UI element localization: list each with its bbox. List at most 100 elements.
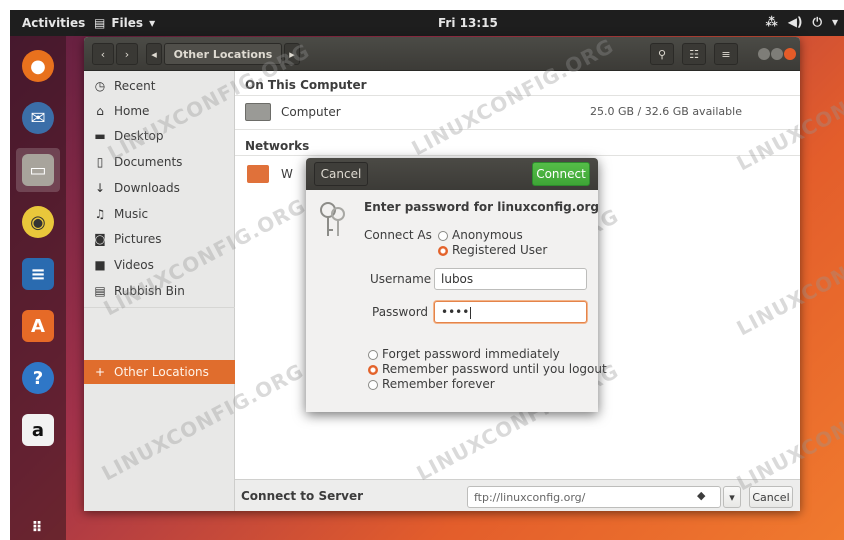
show-apps-button[interactable]: ⠿ bbox=[16, 506, 60, 540]
sidebar-item-label: Documents bbox=[114, 155, 183, 169]
search-button[interactable]: ⚲ bbox=[650, 43, 674, 65]
chevron-left-icon: ‹ bbox=[100, 47, 106, 61]
help-icon: ? bbox=[22, 362, 54, 394]
dock-software[interactable]: A bbox=[16, 304, 60, 348]
writer-icon: ≡ bbox=[22, 258, 54, 290]
path-right-button[interactable]: ▸ bbox=[284, 43, 300, 65]
dock-help[interactable]: ? bbox=[16, 356, 60, 400]
username-field[interactable]: lubos bbox=[434, 268, 587, 290]
password-dialog: Cancel Connect Enter password for linuxc… bbox=[306, 158, 607, 412]
dock-rhythmbox[interactable]: ◉ bbox=[16, 200, 60, 244]
software-center-icon: A bbox=[22, 310, 54, 342]
back-button[interactable]: ‹ bbox=[92, 43, 114, 65]
registered-user-radio[interactable] bbox=[438, 246, 448, 256]
sidebar-item-label: Videos bbox=[114, 258, 154, 272]
dialog-cancel-button[interactable]: Cancel bbox=[314, 162, 368, 186]
menu-button[interactable]: ≡ bbox=[714, 43, 738, 65]
server-address-input[interactable] bbox=[467, 486, 721, 508]
connect-bar: Connect to Server ◆ ▾ Cancel bbox=[235, 479, 800, 511]
system-tray[interactable]: ⁂ ◀) ⏻ ▾ bbox=[765, 15, 838, 30]
clock[interactable]: Fri 13:15 bbox=[438, 16, 498, 30]
power-icon[interactable]: ⏻ bbox=[812, 15, 822, 30]
app-menu-label: Files bbox=[111, 16, 144, 30]
sidebar-item-label: Downloads bbox=[114, 181, 180, 195]
remember-forever-radio[interactable] bbox=[368, 380, 378, 390]
drive-icon bbox=[245, 103, 271, 121]
network-folder-icon bbox=[247, 165, 269, 183]
list-view-icon: ☷ bbox=[689, 47, 699, 61]
plus-icon: + bbox=[94, 365, 106, 379]
volume-icon[interactable]: ◀) bbox=[788, 15, 803, 30]
trash-icon: ▤ bbox=[94, 284, 106, 298]
password-field[interactable]: •••• bbox=[434, 301, 587, 323]
section-on-this-computer: On This Computer bbox=[245, 78, 367, 92]
dock-files[interactable]: ▭ bbox=[16, 148, 60, 192]
connect-to-server-label: Connect to Server bbox=[241, 489, 364, 503]
anonymous-label: Anonymous bbox=[452, 228, 523, 242]
rhythmbox-icon: ◉ bbox=[22, 206, 54, 238]
password-value: •••• bbox=[441, 305, 470, 319]
dock-amazon[interactable]: a bbox=[16, 408, 60, 452]
thunderbird-icon: ✉ bbox=[22, 102, 54, 134]
sidebar-item-home[interactable]: ⌂ Home bbox=[84, 99, 235, 123]
clock-icon: ◷ bbox=[94, 79, 106, 93]
sidebar-item-pictures[interactable]: ◙ Pictures bbox=[84, 227, 235, 251]
chevron-down-icon[interactable]: ▾ bbox=[832, 15, 838, 30]
remember-logout-radio[interactable] bbox=[368, 365, 378, 375]
password-label: Password bbox=[372, 305, 429, 319]
registered-user-label: Registered User bbox=[452, 243, 548, 257]
connect-as-label: Connect As bbox=[364, 228, 432, 242]
sidebar-item-label: Pictures bbox=[114, 232, 162, 246]
sidebar-item-desktop[interactable]: ▬ Desktop bbox=[84, 124, 235, 148]
divider bbox=[235, 129, 800, 130]
sidebar-item-label: Other Locations bbox=[114, 365, 209, 379]
server-history-dropdown[interactable]: ▾ bbox=[723, 486, 741, 508]
minimize-button[interactable] bbox=[758, 48, 770, 60]
sidebar-item-videos[interactable]: ■ Videos bbox=[84, 253, 235, 277]
dialog-connect-button[interactable]: Connect bbox=[532, 162, 590, 186]
search-icon: ⚲ bbox=[657, 47, 667, 61]
amazon-icon: a bbox=[22, 414, 54, 446]
top-bar: Activities ▤ Files ▾ Fri 13:15 ⁂ ◀) ⏻ ▾ bbox=[10, 10, 844, 36]
connect-bar-cancel-button[interactable]: Cancel bbox=[749, 486, 793, 508]
app-menu[interactable]: ▤ Files ▾ bbox=[94, 16, 155, 30]
sidebar-item-label: Recent bbox=[114, 79, 156, 93]
path-left-button[interactable]: ◂ bbox=[146, 43, 162, 65]
activities-button[interactable]: Activities bbox=[22, 16, 85, 30]
chevron-down-icon: ▾ bbox=[729, 490, 735, 504]
dock-firefox[interactable]: ● bbox=[16, 44, 60, 88]
sidebar: ◷ Recent ⌂ Home ▬ Desktop ▯ Documents ↓ … bbox=[84, 71, 235, 511]
close-button[interactable] bbox=[784, 48, 796, 60]
network-icon[interactable]: ⁂ bbox=[765, 15, 777, 30]
video-icon: ■ bbox=[94, 258, 106, 272]
maximize-button[interactable] bbox=[771, 48, 783, 60]
hamburger-icon: ≡ bbox=[721, 47, 731, 61]
chevron-right-icon: › bbox=[124, 47, 130, 61]
computer-label: Computer bbox=[281, 105, 341, 119]
header-bar: ‹ › ◂ Other Locations ▸ ⚲ ☷ ≡ bbox=[84, 37, 800, 71]
forward-button[interactable]: › bbox=[116, 43, 138, 65]
sidebar-item-documents[interactable]: ▯ Documents bbox=[84, 150, 235, 174]
computer-row[interactable]: Computer 25.0 GB / 32.6 GB available bbox=[235, 95, 800, 129]
anonymous-radio[interactable] bbox=[438, 231, 448, 241]
dialog-header: Cancel Connect bbox=[306, 158, 598, 190]
remember-logout-label: Remember password until you logout bbox=[382, 362, 607, 376]
sidebar-item-rubbish-bin[interactable]: ▤ Rubbish Bin bbox=[84, 279, 235, 303]
document-icon: ▯ bbox=[96, 155, 104, 169]
disk-usage: 25.0 GB / 32.6 GB available bbox=[590, 105, 742, 118]
sidebar-item-music[interactable]: ♫ Music bbox=[84, 202, 235, 226]
dock-thunderbird[interactable]: ✉ bbox=[16, 96, 60, 140]
username-label: Username bbox=[370, 272, 432, 286]
sidebar-item-recent[interactable]: ◷ Recent bbox=[84, 74, 235, 98]
sidebar-item-label: Home bbox=[114, 104, 150, 118]
sidebar-divider bbox=[84, 307, 235, 308]
grid-icon: ⠿ bbox=[31, 520, 45, 536]
sidebar-item-downloads[interactable]: ↓ Downloads bbox=[84, 176, 235, 200]
section-networks: Networks bbox=[245, 139, 310, 153]
diamond-icon[interactable]: ◆ bbox=[697, 489, 705, 502]
forget-password-radio[interactable] bbox=[368, 350, 378, 360]
view-toggle-button[interactable]: ☷ bbox=[682, 43, 706, 65]
dock-writer[interactable]: ≡ bbox=[16, 252, 60, 296]
path-bar-current[interactable]: Other Locations bbox=[164, 43, 282, 65]
sidebar-item-other-locations[interactable]: + Other Locations bbox=[84, 360, 235, 384]
